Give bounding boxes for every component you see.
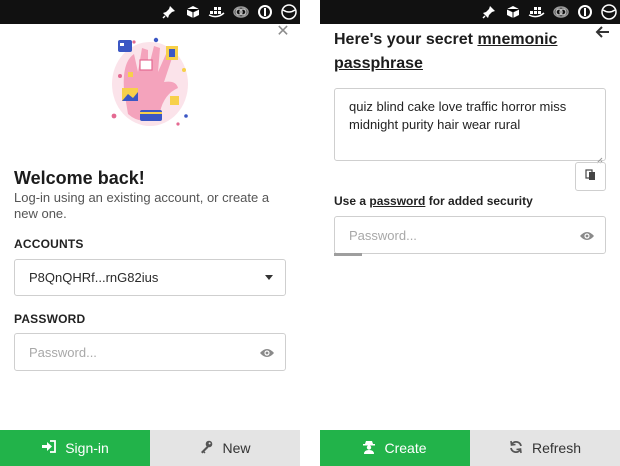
security-label-post: for added security	[425, 194, 533, 208]
create-label: Create	[384, 440, 427, 456]
key-icon	[199, 440, 213, 457]
secret-title: Here's your secret mnemonic passphrase	[334, 28, 604, 76]
password-strength-bar	[334, 253, 362, 256]
new-account-button[interactable]: New	[150, 430, 300, 466]
onepassword-icon[interactable]	[576, 3, 594, 21]
create-button[interactable]: Create	[320, 430, 470, 466]
sign-in-button[interactable]: Sign-in	[0, 430, 150, 466]
mnemonic-link[interactable]: mnemonic	[477, 31, 557, 48]
password-field	[14, 333, 286, 371]
onepassword-icon[interactable]	[256, 3, 274, 21]
create-account-panel: Here's your secret mnemonic passphrase qu…	[320, 0, 620, 466]
sign-in-label: Sign-in	[65, 440, 109, 456]
mnemonic-text: quiz blind cake love traffic horror miss…	[349, 99, 567, 132]
system-tray	[320, 0, 620, 24]
welcome-title: Welcome back!	[14, 168, 145, 188]
cloud-icon[interactable]	[552, 3, 570, 21]
panel-divider	[300, 0, 320, 466]
refresh-label: Refresh	[531, 440, 582, 456]
login-panel: ✕ Welcome back! Log-in using an existing…	[0, 0, 300, 466]
security-label-pre: Use a	[334, 194, 370, 208]
welcome-subtitle: Log-in using an existing account, or cre…	[14, 190, 270, 221]
mnemonic-textarea[interactable]: quiz blind cake love traffic horror miss…	[334, 88, 606, 164]
eye-icon[interactable]	[579, 229, 595, 241]
refresh-button[interactable]: Refresh	[470, 430, 620, 466]
globe-icon[interactable]	[280, 3, 298, 21]
pin-icon[interactable]	[480, 3, 498, 21]
cube-icon[interactable]	[184, 3, 202, 21]
copy-button[interactable]	[575, 162, 606, 191]
user-secret-icon	[363, 440, 376, 457]
secret-title-text: Here's your secret	[334, 31, 478, 48]
welcome-illustration	[104, 32, 196, 132]
cloud-icon[interactable]	[232, 3, 250, 21]
security-label: Use a password for added security	[334, 194, 533, 208]
resize-grip-icon[interactable]	[596, 151, 603, 164]
pin-icon[interactable]	[160, 3, 178, 21]
eye-icon[interactable]	[259, 346, 275, 358]
refresh-icon	[509, 440, 523, 457]
account-select[interactable]: P8QnQHRf...rnG82ius	[14, 259, 286, 296]
password-input[interactable]	[29, 334, 249, 370]
docker-icon[interactable]	[208, 3, 226, 21]
caret-down-icon	[265, 275, 273, 280]
system-tray	[0, 0, 300, 24]
sign-in-icon	[41, 440, 57, 456]
new-password-field	[334, 216, 606, 254]
password-link[interactable]: password	[369, 194, 425, 208]
new-password-input[interactable]	[349, 217, 569, 253]
close-icon[interactable]: ✕	[276, 24, 290, 40]
copy-icon	[585, 168, 596, 186]
globe-icon[interactable]	[600, 3, 618, 21]
accounts-label: ACCOUNTS	[14, 237, 84, 251]
selected-account: P8QnQHRf...rnG82ius	[29, 270, 159, 285]
password-label: PASSWORD	[14, 312, 86, 326]
passphrase-link[interactable]: passphrase	[334, 55, 423, 72]
new-label: New	[222, 440, 251, 456]
cube-icon[interactable]	[504, 3, 522, 21]
docker-icon[interactable]	[528, 3, 546, 21]
